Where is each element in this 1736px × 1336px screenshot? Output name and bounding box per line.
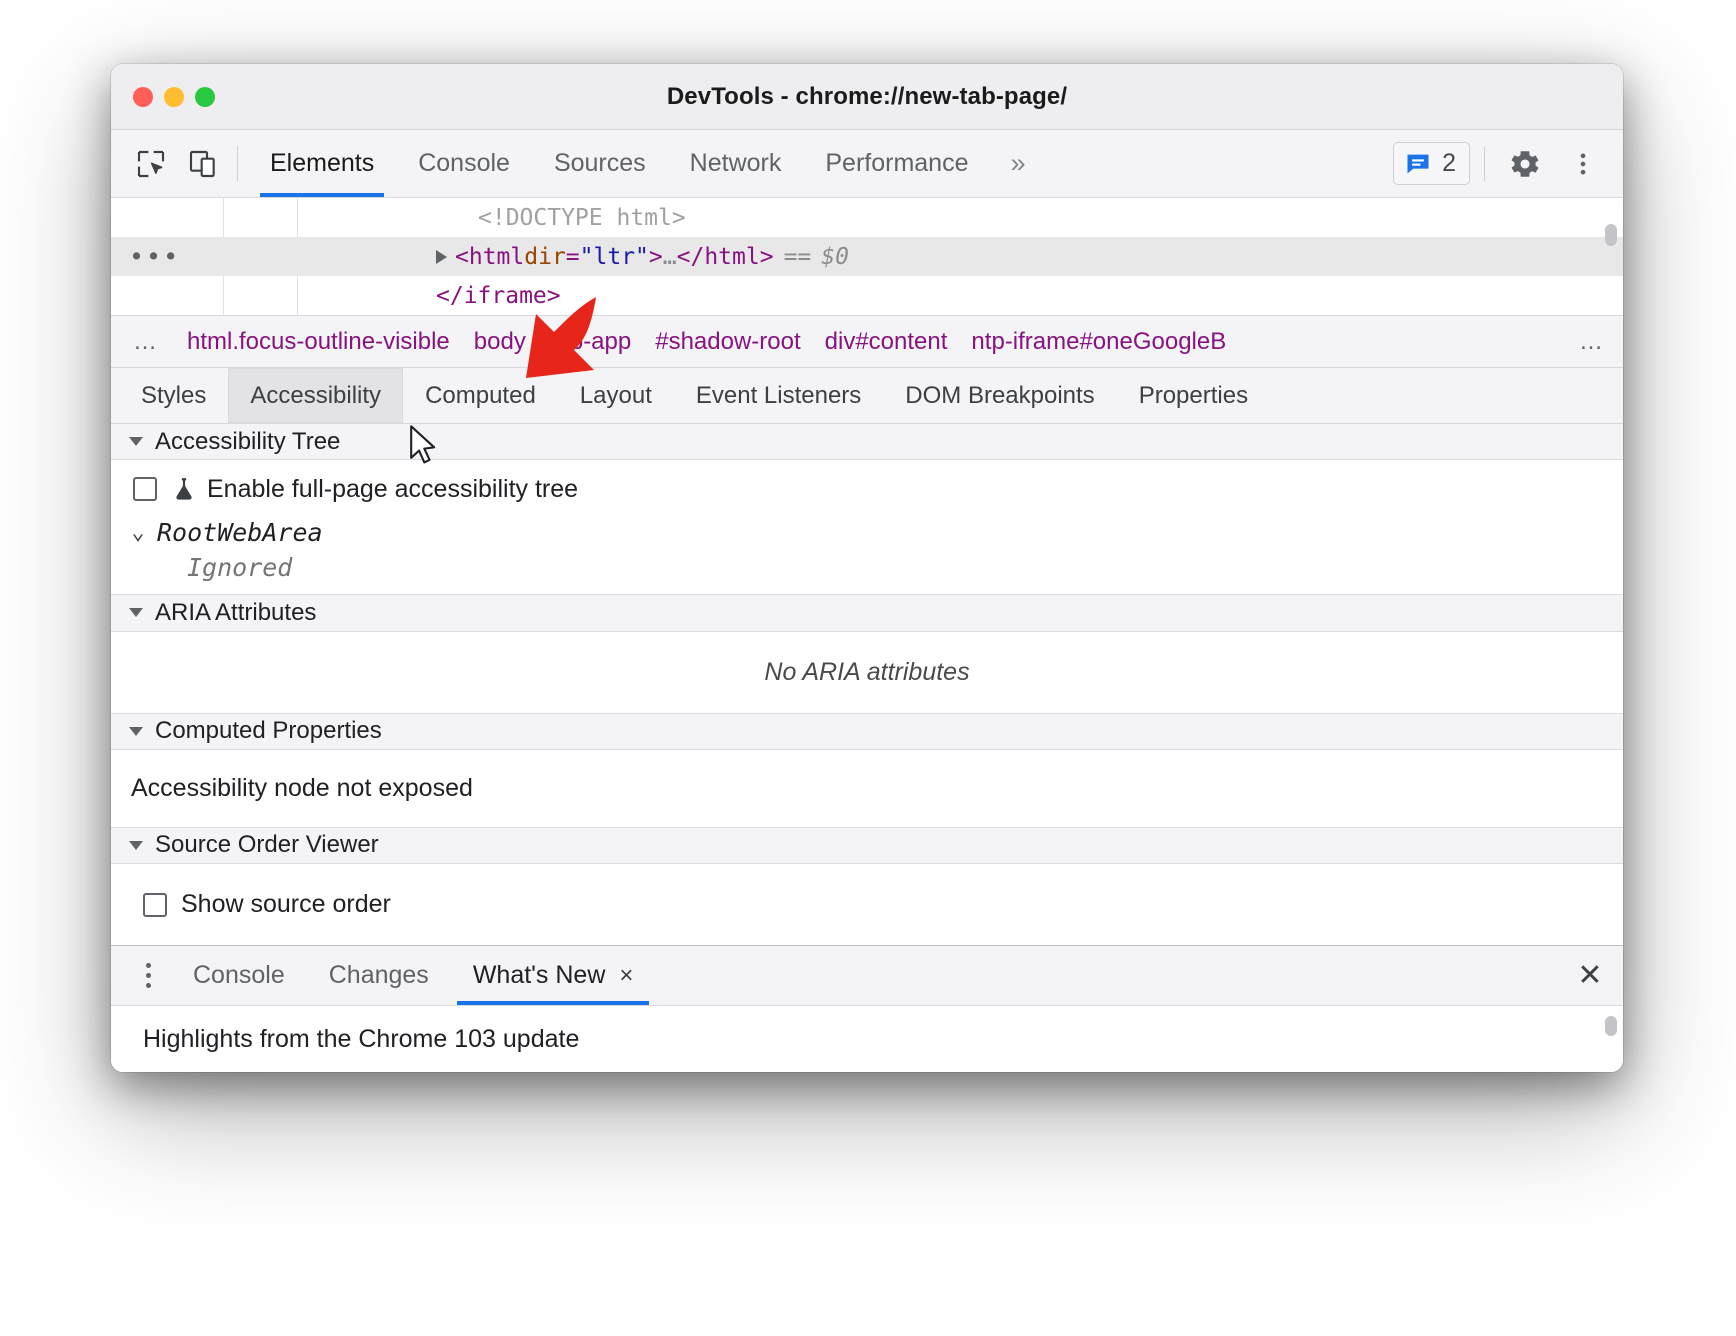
tab-sources[interactable]: Sources xyxy=(532,130,668,197)
section-aria-attributes[interactable]: ARIA Attributes xyxy=(111,595,1623,631)
drawer-scrollbar[interactable] xyxy=(1605,1016,1617,1036)
html-tag-end: </html> xyxy=(677,244,774,270)
screenshot-root: DevTools - chrome://new-tab-page/ Elemen… xyxy=(0,0,1736,1336)
close-window-button[interactable] xyxy=(133,87,153,107)
traffic-lights xyxy=(133,87,215,107)
drawer-tab-console[interactable]: Console xyxy=(171,946,307,1005)
selection-eq-marker: == xyxy=(784,244,812,270)
zoom-window-button[interactable] xyxy=(195,87,215,107)
devtools-window: DevTools - chrome://new-tab-page/ Elemen… xyxy=(111,64,1623,1072)
devtools-drawer: Console Changes What's New × ✕ Highlight… xyxy=(111,945,1623,1072)
toolbar-divider-2 xyxy=(1484,147,1485,181)
dom-row-doctype[interactable]: <!DOCTYPE html> xyxy=(111,198,1623,237)
section-source-order-viewer[interactable]: Source Order Viewer xyxy=(111,828,1623,864)
show-source-order-label: Show source order xyxy=(181,890,391,919)
html-attr-value: "ltr" xyxy=(580,244,649,270)
chevron-down-icon xyxy=(129,841,143,850)
html-attr-name: dir xyxy=(524,244,566,270)
section-title-aria-attributes: ARIA Attributes xyxy=(155,599,316,627)
dom-row-html-selected[interactable]: ••• <html dir = "ltr" > … </html> == $0 xyxy=(111,237,1623,276)
section-title-computed-properties: Computed Properties xyxy=(155,717,382,745)
device-toolbar-icon[interactable] xyxy=(177,130,229,197)
sidebar-pane-tabs: Styles Accessibility Computed Layout Eve… xyxy=(111,368,1623,424)
tab-dom-breakpoints[interactable]: DOM Breakpoints xyxy=(883,368,1116,423)
drawer-tab-whats-new[interactable]: What's New × xyxy=(451,946,656,1005)
accessibility-panel: Accessibility Tree Enable full-page acce… xyxy=(111,424,1623,945)
breadcrumb-item-shadow-root[interactable]: #shadow-root xyxy=(643,328,812,356)
drawer-kebab-menu-icon[interactable] xyxy=(125,946,171,1005)
section-accessibility-tree[interactable]: Accessibility Tree xyxy=(111,424,1623,460)
window-title: DevTools - chrome://new-tab-page/ xyxy=(111,83,1623,111)
aria-attributes-empty-text: No ARIA attributes xyxy=(111,632,1623,714)
chevron-expanded-icon[interactable]: ⌄ xyxy=(129,520,147,545)
tab-computed[interactable]: Computed xyxy=(403,368,558,423)
devtools-toolbar: Elements Console Sources Network Perform… xyxy=(111,130,1623,198)
html-attr-eq: = xyxy=(566,244,580,270)
breadcrumb-overflow-right[interactable]: … xyxy=(1561,328,1623,356)
panel-tabs: Elements Console Sources Network Perform… xyxy=(248,130,1046,197)
drawer-tab-changes[interactable]: Changes xyxy=(307,946,451,1005)
issues-message-badge[interactable]: 2 xyxy=(1393,142,1470,185)
breadcrumb: … html.focus-outline-visible body ntp-ap… xyxy=(111,316,1623,368)
issues-count: 2 xyxy=(1442,149,1456,178)
enable-full-page-tree-label: Enable full-page accessibility tree xyxy=(207,475,578,504)
show-source-order-checkbox[interactable] xyxy=(143,893,167,917)
dom-row-menu-icon[interactable]: ••• xyxy=(129,244,180,269)
whats-new-headline: Highlights from the Chrome 103 update xyxy=(143,1025,579,1054)
drawer-tab-bar: Console Changes What's New × ✕ xyxy=(111,946,1623,1006)
flask-icon xyxy=(171,474,197,504)
tab-performance[interactable]: Performance xyxy=(803,130,990,197)
toolbar-right-actions: 2 xyxy=(1393,130,1623,197)
inspect-cursor-icon[interactable] xyxy=(125,130,177,197)
dom-row-iframe-close[interactable]: </iframe> xyxy=(111,276,1623,315)
tab-layout[interactable]: Layout xyxy=(558,368,674,423)
show-source-order-row[interactable]: Show source order xyxy=(111,864,1623,945)
section-computed-properties[interactable]: Computed Properties xyxy=(111,714,1623,750)
section-title-accessibility-tree: Accessibility Tree xyxy=(155,428,340,456)
dom-tree: <!DOCTYPE html> ••• <html dir = "ltr" > … xyxy=(111,198,1623,316)
chevron-down-icon xyxy=(129,608,143,617)
accessibility-node-rootwebarea[interactable]: ⌄ RootWebArea xyxy=(111,514,1623,549)
drawer-content: Highlights from the Chrome 103 update xyxy=(111,1006,1623,1072)
drawer-tab-whats-new-label: What's New xyxy=(473,961,606,990)
minimize-window-button[interactable] xyxy=(164,87,184,107)
accessibility-node-name: RootWebArea xyxy=(157,518,323,547)
breadcrumb-item-div-content[interactable]: div#content xyxy=(813,328,960,356)
window-titlebar: DevTools - chrome://new-tab-page/ xyxy=(111,64,1623,130)
tab-event-listeners[interactable]: Event Listeners xyxy=(674,368,883,423)
breadcrumb-overflow-left[interactable]: … xyxy=(111,328,175,356)
gear-icon[interactable] xyxy=(1499,138,1551,190)
accessibility-tree-body: Enable full-page accessibility tree ⌄ Ro… xyxy=(111,460,1623,595)
html-ellipsis: … xyxy=(663,244,677,270)
iframe-close-text: </iframe> xyxy=(298,283,561,309)
tab-elements[interactable]: Elements xyxy=(248,130,396,197)
breadcrumb-item-body[interactable]: body xyxy=(462,328,538,356)
chevron-down-icon xyxy=(129,727,143,736)
more-tabs-icon[interactable]: » xyxy=(990,130,1045,197)
html-tag-close-bracket: > xyxy=(649,244,663,270)
doctype-text: <!DOCTYPE html> xyxy=(298,205,686,231)
tab-properties[interactable]: Properties xyxy=(1117,368,1270,423)
section-title-source-order-viewer: Source Order Viewer xyxy=(155,831,379,859)
kebab-menu-icon[interactable] xyxy=(1557,138,1609,190)
breadcrumb-item-ntp-iframe[interactable]: ntp-iframe#oneGoogleB xyxy=(959,328,1238,356)
chevron-down-icon xyxy=(129,437,143,446)
enable-full-page-tree-row[interactable]: Enable full-page accessibility tree xyxy=(111,460,1623,514)
tab-styles[interactable]: Styles xyxy=(119,368,228,423)
tab-network[interactable]: Network xyxy=(668,130,804,197)
html-tag-open: <html xyxy=(455,244,524,270)
expand-triangle-icon[interactable] xyxy=(436,250,447,264)
computed-properties-empty-text: Accessibility node not exposed xyxy=(111,750,1623,828)
tab-console[interactable]: Console xyxy=(396,130,532,197)
enable-full-page-tree-checkbox[interactable] xyxy=(133,477,157,501)
tab-accessibility[interactable]: Accessibility xyxy=(228,368,403,423)
message-bubble-icon xyxy=(1404,150,1432,178)
close-drawer-icon[interactable]: ✕ xyxy=(1557,946,1623,1005)
toolbar-divider xyxy=(237,146,238,181)
selection-dollar-zero: $0 xyxy=(821,244,849,270)
accessibility-node-state: Ignored xyxy=(111,549,1623,595)
close-tab-icon[interactable]: × xyxy=(619,962,633,990)
breadcrumb-item-ntp-app[interactable]: ntp-app xyxy=(538,328,643,356)
breadcrumb-item-html[interactable]: html.focus-outline-visible xyxy=(175,328,462,356)
